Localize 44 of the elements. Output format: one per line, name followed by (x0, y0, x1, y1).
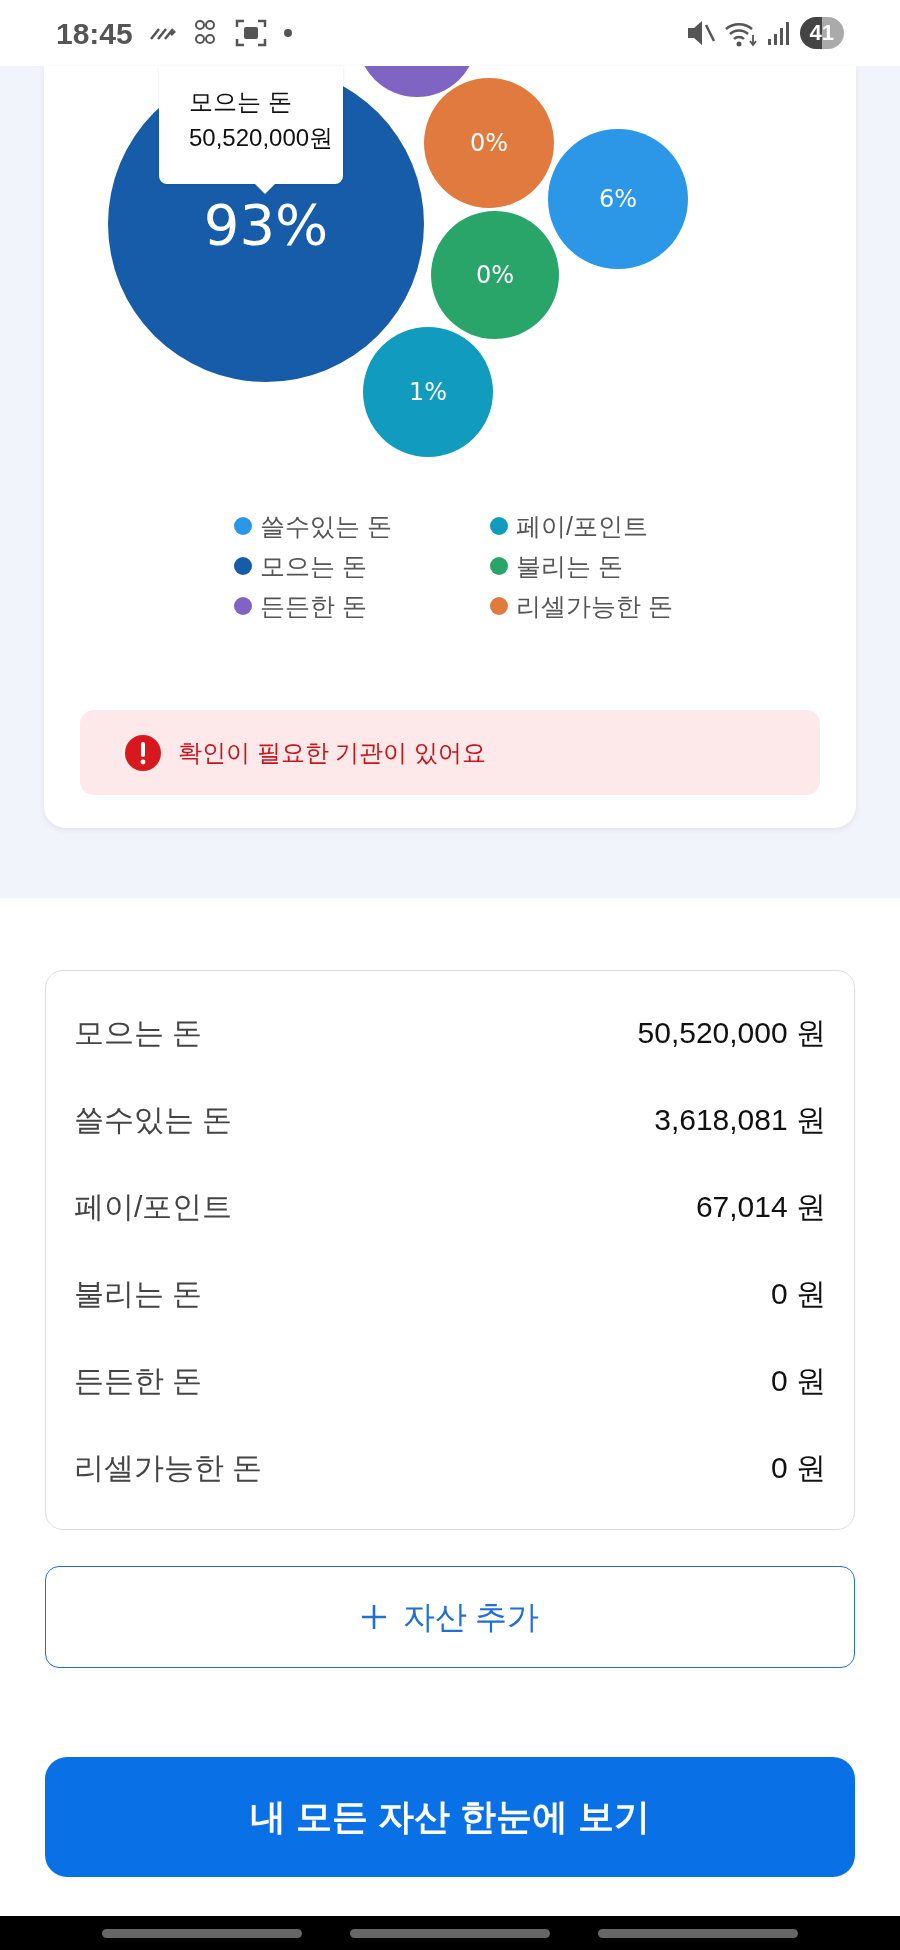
asset-amount: 67,014 원 (695, 1189, 826, 1225)
bubble[interactable] (363, 327, 493, 457)
asset-category: 리셀가능한 돈 (74, 1450, 263, 1486)
legend-label: 페이/포인트 (516, 511, 648, 542)
bubble-percent: 0% (469, 129, 509, 158)
battery-indicator: 41 (799, 17, 844, 49)
bubble-percent: 6% (598, 185, 638, 214)
asset-amount: 50,520,000 원 (637, 1015, 826, 1051)
bubble-percent: 93% (203, 192, 329, 257)
asset-category: 페이/포인트 (74, 1189, 233, 1225)
asset-category: 모으는 돈 (74, 1015, 203, 1051)
clock: 18:45 (56, 15, 133, 52)
tooltip-value: 50,520,000원 (189, 123, 335, 153)
asset-amount: 3,618,081 원 (654, 1102, 826, 1138)
plus-icon (360, 1604, 387, 1630)
navigation-handle[interactable] (102, 1928, 302, 1938)
legend-label: 든든한 돈 (260, 591, 367, 622)
legend-label: 쓸수있는 돈 (260, 511, 392, 542)
mute-icon (685, 19, 716, 47)
asset-category: 쓸수있는 돈 (74, 1102, 233, 1138)
bubble[interactable] (548, 129, 688, 269)
signal-icon (765, 19, 792, 47)
bubble-percent: 0% (475, 261, 515, 290)
asset-category: 든든한 돈 (74, 1363, 203, 1399)
asset-amount: 0 원 (770, 1276, 826, 1312)
bubble[interactable] (424, 78, 554, 208)
bubble[interactable] (431, 211, 559, 339)
legend-label: 모으는 돈 (260, 551, 367, 582)
navigation-handle[interactable] (598, 1928, 798, 1938)
asset-amount: 0 원 (770, 1450, 826, 1486)
add-asset-button[interactable]: 자산 추가 (45, 1566, 855, 1668)
warning-icon (124, 733, 162, 772)
dot-icon (282, 28, 293, 38)
screenshot-icon (234, 18, 267, 48)
legend-label: 리셀가능한 돈 (516, 591, 673, 622)
tooltip-title: 모으는 돈 (189, 87, 293, 117)
navigation-handle[interactable] (350, 1928, 550, 1938)
alert-banner[interactable]: 확인이 필요한 기관이 있어요 (80, 710, 820, 795)
legend-label: 불리는 돈 (516, 551, 623, 582)
bubble-percent: 1% (408, 378, 448, 407)
view-all-assets-button[interactable]: 내 모든 자산 한눈에 보기 (45, 1757, 855, 1877)
asset-amount: 0 원 (770, 1363, 826, 1399)
asset-category: 불리는 돈 (74, 1276, 203, 1312)
alert-message: 확인이 필요한 기관이 있어요 (178, 737, 486, 768)
